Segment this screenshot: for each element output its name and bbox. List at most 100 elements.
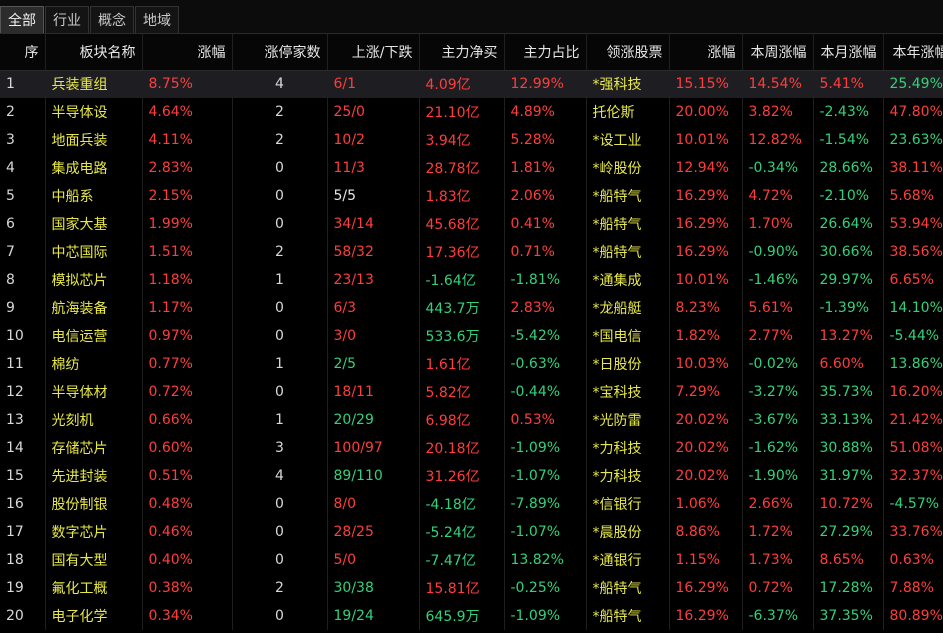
cell-limit-up-count: 0	[232, 294, 328, 322]
table-row[interactable]: 16 股份制银 0.48% 0 8/0 -4.18亿 -7.89% *信银行 1.06% 2.66…	[0, 490, 943, 518]
cell-main-net-buy: 21.10亿	[419, 98, 505, 126]
cell-index: 10	[0, 322, 46, 350]
table-row[interactable]: 2 半导体设 4.64% 2 25/0 21.10亿 4.89% 托伦斯 20.00% 3.82%…	[0, 98, 943, 126]
table-row[interactable]: 13 光刻机 0.66% 1 20/29 6.98亿 0.53% *光防雷 20.02% -3.6…	[0, 406, 943, 434]
table-row[interactable]: 3 地面兵装 4.11% 2 10/2 3.94亿 5.28% *设工业 10.01% 12.82…	[0, 126, 943, 154]
cell-up-down: 89/110	[327, 462, 420, 490]
cell-index: 15	[0, 462, 46, 490]
cell-limit-up-count: 0	[232, 518, 328, 546]
cell-main-ratio: 4.89%	[504, 98, 587, 126]
cell-sector-name: 集成电路	[45, 154, 143, 182]
table-row[interactable]: 4 集成电路 2.83% 0 11/3 28.78亿 1.81% *岭股份 12.94% -0.3…	[0, 154, 943, 182]
table-row[interactable]: 6 国家大基 1.99% 0 34/14 45.68亿 0.41% *船特气 16.29% 1.7…	[0, 210, 943, 238]
cell-index: 2	[0, 98, 46, 126]
cell-month-change: 37.35%	[813, 602, 884, 630]
table-row[interactable]: 8 模拟芯片 1.18% 1 23/13 -1.64亿 -1.81% *通集成 10.01% -1…	[0, 266, 943, 294]
table-row[interactable]: 18 国有大型 0.40% 0 5/0 -7.47亿 13.82% *通银行 1.15% 1.73…	[0, 546, 943, 574]
cell-up-down: 10/2	[327, 126, 420, 154]
column-header-leader-change[interactable]: 涨幅	[669, 34, 743, 71]
cell-leader-change: 8.86%	[669, 518, 743, 546]
table-row[interactable]: 11 棉纺 0.77% 1 2/5 1.61亿 -0.63% *日股份 10.03% -0.02%…	[0, 350, 943, 378]
cell-change: 0.97%	[142, 322, 233, 350]
table-body: 1 兵装重组 8.75% 4 6/1 4.09亿 12.99% *强科技 15.15% 14.54…	[0, 70, 943, 630]
cell-change: 0.72%	[142, 378, 233, 406]
cell-main-ratio: 2.83%	[504, 294, 587, 322]
tab-region[interactable]: 地域	[135, 6, 179, 33]
column-header-main-net-buy[interactable]: 主力净买	[419, 34, 505, 71]
table-row[interactable]: 19 氟化工概 0.38% 2 30/38 15.81亿 -0.25% *船特气 16.29% 0…	[0, 574, 943, 602]
cell-leading-stock: *通银行	[586, 546, 670, 574]
cell-main-ratio: -5.42%	[504, 322, 587, 350]
cell-main-net-buy: 1.83亿	[419, 182, 505, 210]
cell-sector-name: 半导体材	[45, 378, 143, 406]
cell-change: 8.75%	[142, 70, 233, 98]
column-header-main-ratio[interactable]: 主力占比	[504, 34, 587, 71]
cell-limit-up-count: 2	[232, 98, 328, 126]
cell-week-change: -0.34%	[742, 154, 814, 182]
cell-year-change: 32.37%	[883, 462, 943, 490]
cell-leading-stock: *晨股份	[586, 518, 670, 546]
cell-leading-stock: *光防雷	[586, 406, 670, 434]
cell-main-net-buy: 5.82亿	[419, 378, 505, 406]
cell-month-change: 31.97%	[813, 462, 884, 490]
table-row[interactable]: 5 中船系 2.15% 0 5/5 1.83亿 2.06% *船特气 16.29% 4.72% -2…	[0, 182, 943, 210]
table-row[interactable]: 9 航海装备 1.17% 0 6/3 443.7万 2.83% *龙船艇 8.23% 5.61% -…	[0, 294, 943, 322]
cell-limit-up-count: 2	[232, 238, 328, 266]
cell-limit-up-count: 2	[232, 574, 328, 602]
tab-industry[interactable]: 行业	[45, 6, 89, 33]
column-header-year-change[interactable]: 本年涨幅	[883, 34, 943, 71]
cell-week-change: 1.72%	[742, 518, 814, 546]
column-header-up-down[interactable]: 上涨/下跌	[327, 34, 420, 71]
cell-month-change: -2.10%	[813, 182, 884, 210]
table-row[interactable]: 15 先进封装 0.51% 4 89/110 31.26亿 -1.07% *力科技 20.02%…	[0, 462, 943, 490]
cell-change: 1.17%	[142, 294, 233, 322]
cell-main-net-buy: 3.94亿	[419, 126, 505, 154]
cell-main-ratio: -1.81%	[504, 266, 587, 294]
cell-sector-name: 兵装重组	[45, 70, 143, 98]
table-row[interactable]: 17 数字芯片 0.46% 0 28/25 -5.24亿 -1.07% *晨股份 8.86% 1.…	[0, 518, 943, 546]
column-header-change-sorted[interactable]: 涨幅	[142, 34, 233, 71]
column-header-sector-name[interactable]: 板块名称	[45, 34, 143, 71]
cell-leader-change: 8.23%	[669, 294, 743, 322]
cell-leader-change: 16.29%	[669, 210, 743, 238]
table-row[interactable]: 7 中芯国际 1.51% 2 58/32 17.36亿 0.71% *船特气 16.29% -0.…	[0, 238, 943, 266]
column-header-index[interactable]: 序	[0, 34, 46, 71]
cell-week-change: 2.77%	[742, 322, 814, 350]
tab-concept[interactable]: 概念	[90, 6, 134, 33]
cell-limit-up-count: 1	[232, 406, 328, 434]
cell-month-change: 5.41%	[813, 70, 884, 98]
column-header-limit-up-count[interactable]: 涨停家数	[232, 34, 328, 71]
cell-leader-change: 12.94%	[669, 154, 743, 182]
cell-week-change: 0.72%	[742, 574, 814, 602]
cell-main-net-buy: 4.09亿	[419, 70, 505, 98]
tab-all[interactable]: 全部	[0, 6, 44, 33]
cell-leader-change: 10.03%	[669, 350, 743, 378]
cell-index: 17	[0, 518, 46, 546]
column-header-week-change[interactable]: 本周涨幅	[742, 34, 814, 71]
cell-up-down: 5/5	[327, 182, 420, 210]
cell-month-change: 6.60%	[813, 350, 884, 378]
column-header-leading-stock[interactable]: 领涨股票	[586, 34, 670, 71]
cell-leader-change: 16.29%	[669, 182, 743, 210]
cell-leading-stock: *力科技	[586, 462, 670, 490]
sector-board-window: 全部 行业 概念 地域 序 板块名称 涨幅 涨停家数 上涨/下跌 主力净买 主力…	[0, 0, 943, 633]
cell-month-change: 8.65%	[813, 546, 884, 574]
cell-up-down: 6/1	[327, 70, 420, 98]
cell-year-change: 47.80%	[883, 98, 943, 126]
table-row[interactable]: 10 电信运营 0.97% 0 3/0 533.6万 -5.42% *国电信 1.82% 2.77…	[0, 322, 943, 350]
cell-leading-stock: *岭股份	[586, 154, 670, 182]
cell-main-ratio: -0.25%	[504, 574, 587, 602]
column-header-month-change[interactable]: 本月涨幅	[813, 34, 884, 71]
table-row[interactable]: 1 兵装重组 8.75% 4 6/1 4.09亿 12.99% *强科技 15.15% 14.54…	[0, 70, 943, 98]
cell-main-net-buy: 28.78亿	[419, 154, 505, 182]
cell-index: 1	[0, 70, 46, 98]
cell-week-change: -3.27%	[742, 378, 814, 406]
cell-change: 0.46%	[142, 518, 233, 546]
cell-index: 12	[0, 378, 46, 406]
table-row[interactable]: 12 半导体材 0.72% 0 18/11 5.82亿 -0.44% *宝科技 7.29% -3.…	[0, 378, 943, 406]
table-row[interactable]: 20 电子化学 0.34% 0 19/24 645.9万 -1.09% *船特气 16.29% -…	[0, 602, 943, 630]
cell-year-change: 16.20%	[883, 378, 943, 406]
cell-index: 7	[0, 238, 46, 266]
table-row[interactable]: 14 存储芯片 0.60% 3 100/97 20.18亿 -1.09% *力科技 20.02%…	[0, 434, 943, 462]
cell-week-change: 14.54%	[742, 70, 814, 98]
